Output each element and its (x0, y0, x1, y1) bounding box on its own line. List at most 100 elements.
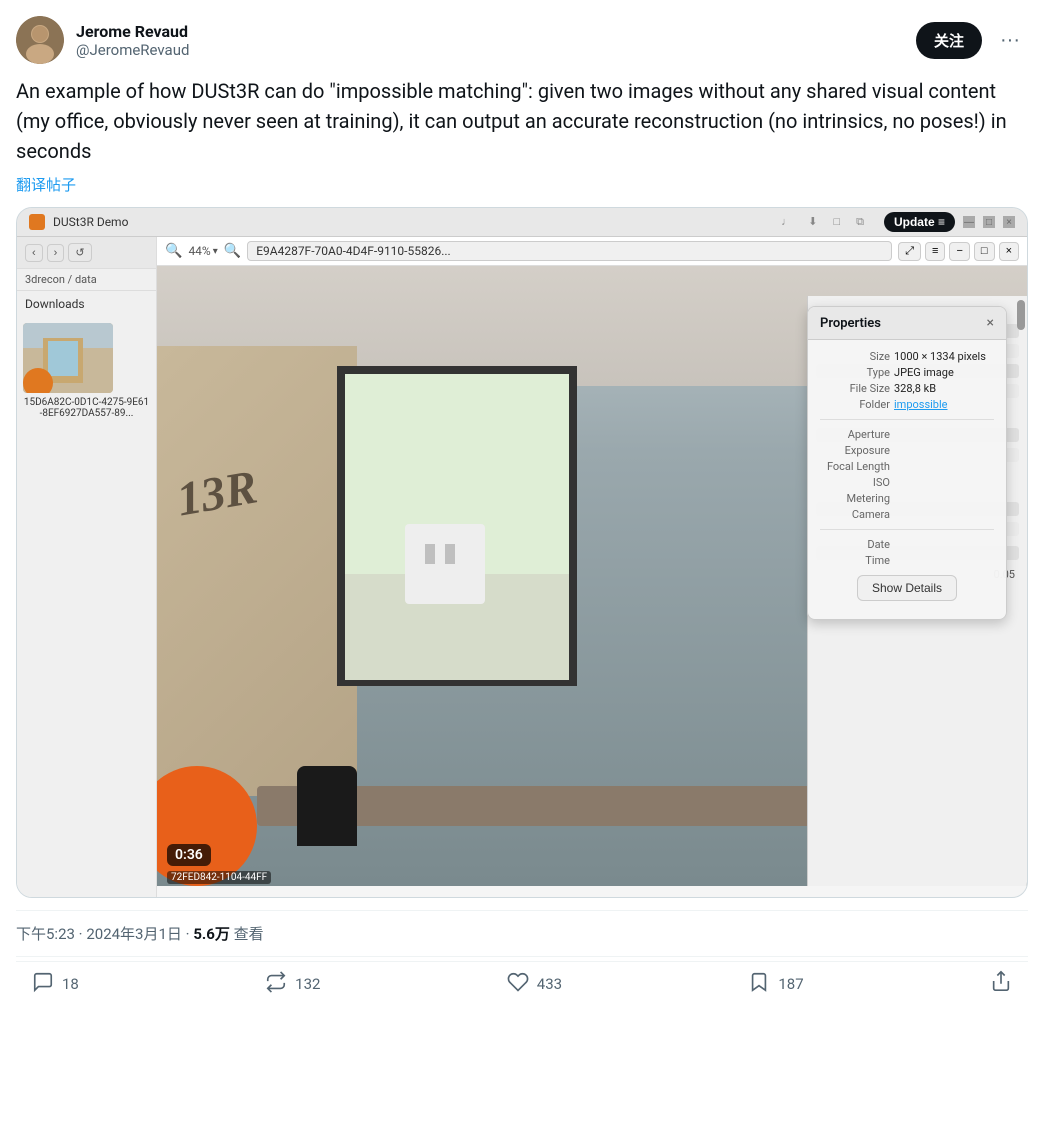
comment-icon (32, 971, 54, 998)
prop-folder-label: Folder (820, 398, 890, 411)
prop-exposure-row: Exposure (820, 444, 994, 457)
timer-badge: 0:36 (167, 844, 211, 866)
prop-exposure-label: Exposure (820, 444, 890, 457)
thumbnail-item[interactable]: 15D6A82C-0D1C-4275-9E61-8EF6927DA557-89.… (17, 317, 156, 425)
prop-camera-row: Camera (820, 508, 994, 521)
app-icon (29, 214, 45, 230)
prop-time-row: Time (820, 554, 994, 567)
author-handle[interactable]: @JeromeRevaud (76, 41, 189, 59)
app-title-left: DUSt3R Demo (29, 214, 128, 230)
address-bar: 🔍 44% ▾ 🔍 E9A4287F-70A0-4D4F-9110-55826.… (157, 237, 1027, 266)
bottom-filename: 72FED842-1104-44FF (167, 871, 271, 884)
heart-icon (507, 971, 529, 998)
screenshot-area: ‹ › ↺ 3drecon / data Downloads (17, 237, 1027, 897)
address-action-buttons: ⤢ ≡ − □ × (898, 242, 1019, 261)
url-field[interactable]: E9A4287F-70A0-4D4F-9110-55826... (247, 241, 892, 261)
tweet-time: 下午5:23 (16, 925, 75, 943)
like-count: 433 (537, 975, 562, 993)
properties-header: Properties × (808, 307, 1006, 340)
prop-iso-row: ISO (820, 476, 994, 489)
sidebar-nav: ‹ › ↺ (17, 237, 156, 269)
minimize-button[interactable]: — (963, 216, 975, 228)
tweet-meta: 下午5:23 · 2024年3月1日 · 5.6万 查看 (16, 910, 1028, 957)
retweet-button[interactable]: 132 (265, 971, 320, 998)
file-breadcrumb: 3drecon / data (17, 269, 156, 291)
toolbar-icon-2: ⬇ (808, 215, 817, 229)
nav-back-button[interactable]: ‹ (25, 244, 43, 262)
minus-button[interactable]: − (949, 242, 969, 261)
tweet-views-count: 5.6万 (193, 925, 230, 943)
app-window-controls: ♩ ⬇ □ ⧉ Update ≡ — □ × (781, 212, 1015, 232)
prop-focal-label: Focal Length (820, 460, 890, 473)
app-title: DUSt3R Demo (53, 215, 128, 229)
prop-time-label: Time (820, 554, 890, 567)
chair (297, 766, 357, 846)
zoom-dropdown-icon[interactable]: ▾ (213, 246, 218, 257)
more-button[interactable]: ··· (992, 25, 1028, 56)
app-title-bar: DUSt3R Demo ♩ ⬇ □ ⧉ Update ≡ — □ × (17, 208, 1027, 237)
media-container: DUSt3R Demo ♩ ⬇ □ ⧉ Update ≡ — □ × ‹ (16, 207, 1028, 898)
prop-size-value: 1000 × 1334 pixels (894, 350, 986, 363)
thumbnail-box (23, 323, 113, 393)
zoom-value: 44% (188, 244, 210, 258)
toolbar-icon-3: □ (833, 215, 840, 229)
zoom-minus-icon[interactable]: 🔍 (165, 243, 182, 259)
prop-date-label: Date (820, 538, 890, 551)
show-details-button[interactable]: Show Details (857, 575, 957, 601)
prop-size-row: Size 1000 × 1334 pixels (820, 350, 994, 363)
image-view: 13R Properties × (157, 266, 1027, 886)
properties-button[interactable]: ≡ (925, 242, 945, 261)
bookmark-count: 187 (778, 975, 803, 993)
tweet-separator-1: · (79, 925, 83, 943)
prop-folder-value[interactable]: impossible (894, 398, 948, 411)
prop-type-row: Type JPEG image (820, 366, 994, 379)
nav-refresh-button[interactable]: ↺ (68, 243, 91, 262)
follow-button[interactable]: 关注 (916, 22, 982, 59)
like-button[interactable]: 433 (507, 971, 562, 998)
properties-panel: Properties × Size 1000 × 1334 pixels Typ… (807, 306, 1007, 620)
share-button[interactable] (990, 970, 1012, 998)
nav-forward-button[interactable]: › (47, 244, 65, 262)
comment-count: 18 (62, 975, 79, 993)
main-image-area: 🔍 44% ▾ 🔍 E9A4287F-70A0-4D4F-9110-55826.… (157, 237, 1027, 897)
prop-filesize-row: File Size 328,8 kB (820, 382, 994, 395)
addr-close-button[interactable]: × (999, 242, 1019, 261)
expand-button[interactable]: ⤢ (898, 242, 921, 261)
properties-close-button[interactable]: × (987, 315, 994, 331)
retweet-icon (265, 971, 287, 998)
prop-type-label: Type (820, 366, 890, 379)
avatar-image (16, 16, 64, 64)
retweet-count: 132 (295, 975, 320, 993)
sidebar-item-downloads[interactable]: Downloads (17, 291, 156, 317)
zoom-plus-icon[interactable]: 🔍 (224, 243, 241, 259)
bookmark-icon (748, 971, 770, 998)
scrollbar-thumb[interactable] (1017, 300, 1025, 330)
prop-filesize-value: 328,8 kB (894, 382, 936, 395)
properties-title: Properties (820, 316, 881, 331)
square-button[interactable]: □ (974, 242, 995, 261)
props-divider-1 (820, 419, 994, 420)
prop-filesize-label: File Size (820, 382, 890, 395)
tweet-actions: 关注 ··· (916, 22, 1028, 59)
prop-focal-row: Focal Length (820, 460, 994, 473)
zoom-level: 44% ▾ (188, 244, 217, 258)
tweet-views-label: 查看 (234, 925, 264, 943)
prop-aperture-label: Aperture (820, 428, 890, 441)
properties-body: Size 1000 × 1334 pixels Type JPEG image … (808, 340, 1006, 619)
maximize-button[interactable]: □ (983, 216, 995, 228)
prop-metering-label: Metering (820, 492, 890, 505)
author-name[interactable]: Jerome Revaud (76, 22, 189, 41)
avatar[interactable] (16, 16, 64, 64)
prop-metering-row: Metering (820, 492, 994, 505)
update-button[interactable]: Update ≡ (884, 212, 955, 232)
close-window-button[interactable]: × (1003, 216, 1015, 228)
toolbar-icon-4: ⧉ (856, 215, 864, 229)
comment-button[interactable]: 18 (32, 971, 79, 998)
prop-camera-label: Camera (820, 508, 890, 521)
translate-link[interactable]: 翻译帖子 (16, 174, 1028, 195)
bookmark-button[interactable]: 187 (748, 971, 803, 998)
window-outside (337, 366, 577, 686)
toolbar-icon-1: ♩ (781, 215, 792, 229)
office-scene: 13R Properties × (157, 266, 1027, 886)
prop-folder-row: Folder impossible (820, 398, 994, 411)
